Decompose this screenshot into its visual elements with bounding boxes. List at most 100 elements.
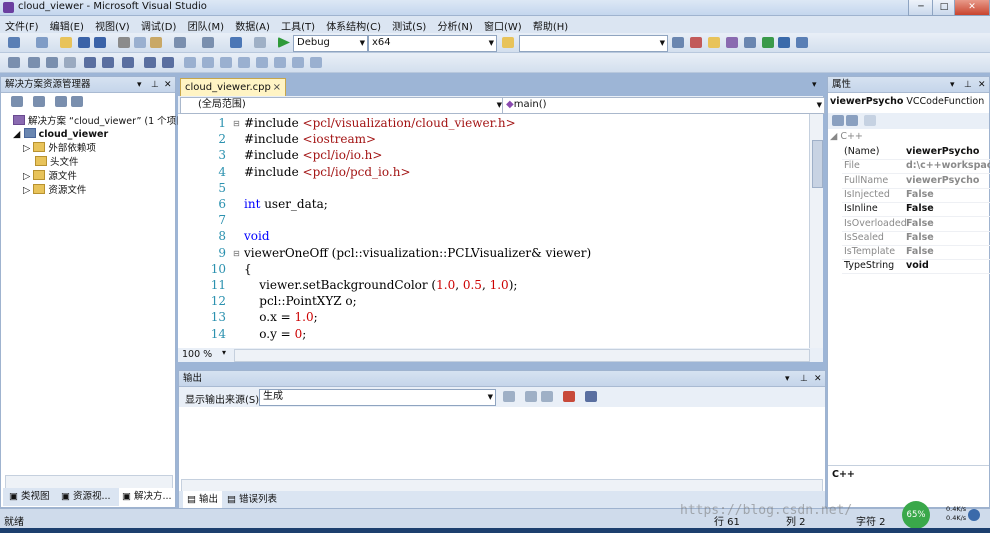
menu-debug[interactable]: 调试(D) — [136, 16, 180, 33]
window-position-dropdown-icon[interactable]: ▾ — [785, 371, 790, 387]
property-row[interactable]: IsInjected False — [842, 188, 990, 203]
properties-icon[interactable] — [690, 37, 702, 48]
close-button[interactable]: ✕ — [954, 0, 990, 16]
member-list-icon[interactable] — [8, 57, 20, 68]
complete-word-icon[interactable] — [64, 57, 76, 68]
vertical-scrollbar[interactable] — [809, 114, 823, 348]
pin-icon[interactable]: ⊥ — [151, 77, 159, 93]
previous-message-icon[interactable] — [525, 391, 537, 402]
member-select[interactable]: ◆main() ▼ — [502, 97, 825, 114]
show-all-files-icon[interactable] — [33, 96, 45, 107]
property-row[interactable]: IsInline False — [842, 202, 990, 218]
add-item-icon[interactable] — [36, 37, 48, 48]
next-bookmark-icon[interactable] — [220, 57, 232, 68]
uncomment-icon[interactable] — [162, 57, 174, 68]
window-position-dropdown-icon[interactable]: ▾ — [950, 77, 955, 93]
command-window-icon[interactable] — [778, 37, 790, 48]
cut-icon[interactable] — [118, 37, 130, 48]
pin-icon[interactable]: ⊥ — [800, 371, 808, 387]
clear-bookmarks-doc-icon[interactable] — [292, 57, 304, 68]
toolbox-icon[interactable] — [726, 37, 738, 48]
undo-icon[interactable] — [174, 37, 186, 48]
close-tab-icon[interactable]: × — [273, 79, 281, 96]
navigate-back-icon[interactable] — [230, 37, 242, 48]
tree-item-resources[interactable]: ▷ 资源文件 — [23, 184, 86, 197]
save-icon[interactable] — [78, 37, 90, 48]
categorized-icon[interactable] — [832, 115, 844, 126]
configuration-select[interactable]: Debug ▼ — [293, 35, 368, 52]
property-row[interactable]: (Name) viewerPsycho — [842, 145, 990, 160]
network-monitor-icon[interactable] — [968, 509, 980, 521]
save-all-icon[interactable] — [94, 37, 106, 48]
start-page-icon[interactable] — [744, 37, 756, 48]
tab-class-view[interactable]: ▣ 类视图 — [9, 488, 50, 506]
property-row[interactable]: IsOverloaded False — [842, 217, 990, 232]
alphabetical-icon[interactable] — [846, 115, 858, 126]
tree-item-sources[interactable]: ▷ 源文件 — [23, 170, 77, 183]
tab-error-list[interactable]: ▤ 错误列表 — [227, 491, 277, 509]
editor-horizontal-scrollbar[interactable] — [234, 349, 810, 362]
solution-explorer-icon[interactable] — [672, 37, 684, 48]
menu-file[interactable]: 文件(F) — [0, 16, 42, 33]
view-class-diagram-icon[interactable] — [71, 96, 83, 107]
find-combo[interactable]: ▼ — [519, 35, 668, 52]
scroll-thumb[interactable] — [812, 140, 823, 188]
menu-view[interactable]: 视图(V) — [90, 16, 133, 33]
increase-indent-icon[interactable] — [102, 57, 114, 68]
find-in-files-icon[interactable] — [502, 37, 514, 48]
menu-window[interactable]: 窗口(W) — [479, 16, 525, 33]
parameter-info-icon[interactable] — [28, 57, 40, 68]
copy-icon[interactable] — [134, 37, 146, 48]
scope-select[interactable]: (全局范围) ▼ — [180, 97, 505, 114]
tab-output[interactable]: ▤ 输出 — [183, 491, 223, 509]
outline-collapse-icon[interactable]: ⊟ — [233, 119, 240, 128]
menu-analyze[interactable]: 分析(N) — [433, 16, 476, 33]
word-wrap-icon[interactable] — [585, 391, 597, 402]
window-position-dropdown-icon[interactable]: ▾ — [137, 77, 142, 93]
decrease-indent-icon[interactable] — [84, 57, 96, 68]
start-debugging-icon[interactable] — [278, 37, 290, 48]
pin-icon[interactable]: ⊥ — [964, 77, 972, 93]
property-row[interactable]: IsTemplate False — [842, 245, 990, 261]
bookmark-icon[interactable] — [184, 57, 196, 68]
close-panel-icon[interactable]: ✕ — [978, 77, 986, 93]
code-editor[interactable]: 1 ⊟ #include <pcl/visualization/cloud_view… — [178, 114, 823, 348]
menu-test[interactable]: 测试(S) — [387, 16, 429, 33]
category-cpp[interactable]: ◢ C++ — [830, 131, 863, 142]
property-row[interactable]: FullName viewerPsycho — [842, 174, 990, 189]
menu-edit[interactable]: 编辑(E) — [45, 16, 87, 33]
zoom-level[interactable]: 100 % — [182, 349, 212, 360]
new-project-icon[interactable] — [8, 37, 20, 48]
tree-item-headers[interactable]: 头文件 — [35, 156, 79, 169]
clear-bookmarks-icon[interactable] — [256, 57, 268, 68]
menu-tools[interactable]: 工具(T) — [276, 16, 318, 33]
tree-project[interactable]: ◢ cloud_viewer — [13, 128, 108, 141]
open-file-icon[interactable] — [60, 37, 72, 48]
next-bookmark-folder-icon[interactable] — [238, 57, 250, 68]
property-pages-icon[interactable] — [864, 115, 876, 126]
extension-manager-icon[interactable] — [762, 37, 774, 48]
next-message-icon[interactable] — [541, 391, 553, 402]
properties-object-select[interactable]: viewerPsycho VCCodeFunction — [830, 96, 987, 111]
close-panel-icon[interactable]: ✕ — [164, 77, 172, 93]
minimize-button[interactable]: ─ — [908, 0, 934, 16]
toolbar-options-icon[interactable] — [796, 37, 808, 48]
maximize-button[interactable]: □ — [932, 0, 956, 16]
menu-team[interactable]: 团队(M) — [183, 16, 227, 33]
horizontal-scrollbar[interactable] — [5, 475, 173, 489]
chevron-down-icon[interactable]: ▾ — [222, 348, 226, 357]
tab-cloud-viewer-cpp[interactable]: cloud_viewer.cpp × — [180, 78, 286, 96]
outline-collapse-icon[interactable]: ⊟ — [233, 249, 240, 258]
quick-info-icon[interactable] — [46, 57, 58, 68]
tab-resource-view[interactable]: ▣ 资源视... — [61, 488, 111, 506]
platform-select[interactable]: x64 ▼ — [368, 35, 497, 52]
comment-icon[interactable] — [144, 57, 156, 68]
show-properties-icon[interactable] — [11, 96, 23, 107]
tree-item-external-deps[interactable]: ▷ 外部依赖项 — [23, 142, 96, 155]
property-row[interactable]: TypeString void — [842, 259, 990, 275]
tab-solution-explorer[interactable]: ▣ 解决方... — [119, 488, 175, 506]
tab-list-dropdown-icon[interactable]: ▾ — [812, 80, 817, 90]
outdent-icon[interactable] — [122, 57, 134, 68]
paste-icon[interactable] — [150, 37, 162, 48]
close-panel-icon[interactable]: ✕ — [814, 371, 822, 387]
